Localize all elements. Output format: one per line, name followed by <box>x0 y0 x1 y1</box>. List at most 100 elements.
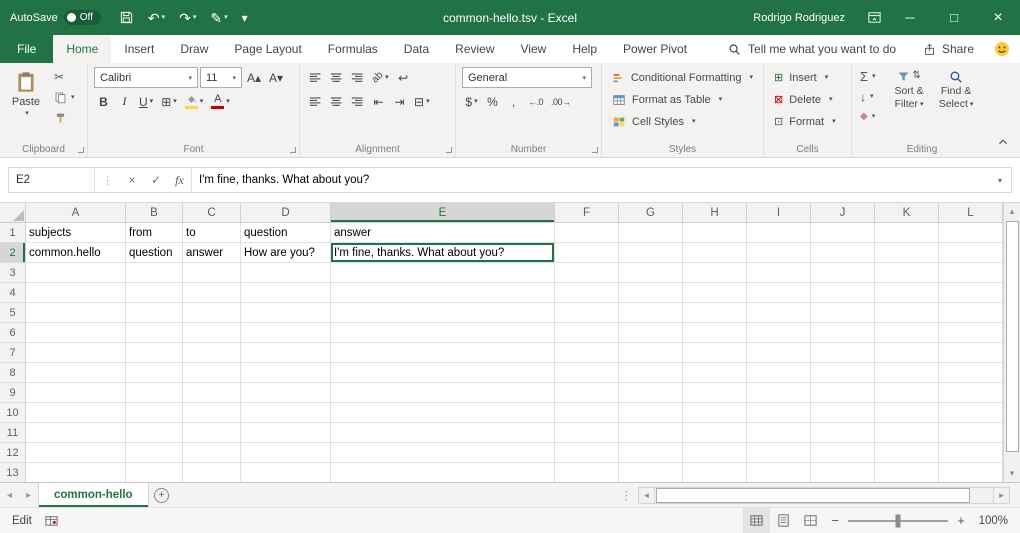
column-header-G[interactable]: G <box>619 203 683 223</box>
underline-button[interactable]: U▾ <box>136 91 156 112</box>
column-header-B[interactable]: B <box>126 203 183 223</box>
cell-L9[interactable] <box>939 383 1003 403</box>
cell-I2[interactable] <box>747 243 811 263</box>
cell-I9[interactable] <box>747 383 811 403</box>
cell-J7[interactable] <box>811 343 875 363</box>
cell-H11[interactable] <box>683 423 747 443</box>
cell-F12[interactable] <box>555 443 619 463</box>
column-header-L[interactable]: L <box>939 203 1003 223</box>
align-top-button[interactable] <box>306 67 325 88</box>
cell-A6[interactable] <box>26 323 126 343</box>
cell-A5[interactable] <box>26 303 126 323</box>
cell-D6[interactable] <box>241 323 331 343</box>
cell-I1[interactable] <box>747 223 811 243</box>
cell-H6[interactable] <box>683 323 747 343</box>
cell-L6[interactable] <box>939 323 1003 343</box>
cell-G11[interactable] <box>619 423 683 443</box>
cell-K8[interactable] <box>875 363 939 383</box>
orientation-button[interactable]: ab▾ <box>369 67 392 88</box>
cell-G2[interactable] <box>619 243 683 263</box>
column-header-A[interactable]: A <box>26 203 126 223</box>
cell-C1[interactable]: to <box>183 223 241 243</box>
cell-A11[interactable] <box>26 423 126 443</box>
delete-cells-button[interactable]: ⊠Delete▾ <box>770 89 845 110</box>
tab-power-pivot[interactable]: Power Pivot <box>610 35 700 63</box>
cell-F1[interactable] <box>555 223 619 243</box>
column-header-E[interactable]: E <box>331 203 555 223</box>
column-header-J[interactable]: J <box>811 203 875 223</box>
cell-styles-button[interactable]: Cell Styles ▾ <box>608 111 757 132</box>
feedback-button[interactable] <box>994 35 1010 63</box>
tab-insert[interactable]: Insert <box>111 35 167 63</box>
borders-button[interactable]: ⊞▾ <box>158 91 180 112</box>
zoom-out-button[interactable]: − <box>824 513 846 528</box>
hscroll-left-button[interactable]: ◂ <box>638 487 655 504</box>
cell-L2[interactable] <box>939 243 1003 263</box>
cell-L13[interactable] <box>939 463 1003 482</box>
normal-view-button[interactable] <box>743 508 770 533</box>
column-header-F[interactable]: F <box>555 203 619 223</box>
cell-B2[interactable]: question <box>126 243 183 263</box>
format-as-table-button[interactable]: Format as Table ▾ <box>608 89 757 110</box>
font-size-select[interactable]: 11▾ <box>200 67 242 88</box>
clipboard-dialog-launcher-icon[interactable] <box>78 147 84 153</box>
tab-view[interactable]: View <box>508 35 560 63</box>
format-cells-button[interactable]: ⊡Format▾ <box>770 111 845 132</box>
cell-F5[interactable] <box>555 303 619 323</box>
cell-D13[interactable] <box>241 463 331 482</box>
zoom-slider-thumb[interactable] <box>896 514 901 527</box>
formula-bar-handle[interactable]: ⋮ <box>95 168 120 192</box>
cell-F11[interactable] <box>555 423 619 443</box>
column-header-C[interactable]: C <box>183 203 241 223</box>
cell-I7[interactable] <box>747 343 811 363</box>
alignment-dialog-launcher-icon[interactable] <box>446 147 452 153</box>
tab-home[interactable]: Home <box>53 35 111 63</box>
cell-A3[interactable] <box>26 263 126 283</box>
tab-page-layout[interactable]: Page Layout <box>221 35 314 63</box>
zoom-in-button[interactable]: + <box>950 513 972 528</box>
cell-C7[interactable] <box>183 343 241 363</box>
increase-decimal-button[interactable]: ←.0 <box>525 91 546 112</box>
align-left-button[interactable] <box>306 91 325 112</box>
cell-K3[interactable] <box>875 263 939 283</box>
page-break-view-button[interactable] <box>797 508 824 533</box>
cell-D1[interactable]: question <box>241 223 331 243</box>
cell-G6[interactable] <box>619 323 683 343</box>
zoom-level[interactable]: 100% <box>972 515 1020 527</box>
italic-button[interactable]: I <box>115 91 134 112</box>
cell-D4[interactable] <box>241 283 331 303</box>
cell-A13[interactable] <box>26 463 126 482</box>
cell-K12[interactable] <box>875 443 939 463</box>
decrease-font-size-button[interactable]: A▾ <box>266 67 286 88</box>
row-header-11[interactable]: 11 <box>0 423 26 443</box>
row-header-8[interactable]: 8 <box>0 363 26 383</box>
cell-L5[interactable] <box>939 303 1003 323</box>
cell-K4[interactable] <box>875 283 939 303</box>
cut-button[interactable]: ✂ <box>52 67 77 86</box>
insert-cells-button[interactable]: ⊞Insert▾ <box>770 67 845 88</box>
cell-H12[interactable] <box>683 443 747 463</box>
cell-F10[interactable] <box>555 403 619 423</box>
maximize-button[interactable]: □ <box>932 0 976 35</box>
cell-H7[interactable] <box>683 343 747 363</box>
cell-J12[interactable] <box>811 443 875 463</box>
cell-B10[interactable] <box>126 403 183 423</box>
cell-K2[interactable] <box>875 243 939 263</box>
cell-L11[interactable] <box>939 423 1003 443</box>
cell-L4[interactable] <box>939 283 1003 303</box>
cell-L8[interactable] <box>939 363 1003 383</box>
autosum-button[interactable]: Σ▾ <box>858 67 878 86</box>
cell-C9[interactable] <box>183 383 241 403</box>
close-button[interactable]: × <box>976 0 1020 35</box>
cell-F3[interactable] <box>555 263 619 283</box>
font-color-button[interactable]: A▾ <box>208 91 233 112</box>
cell-B3[interactable] <box>126 263 183 283</box>
cell-A4[interactable] <box>26 283 126 303</box>
comma-style-button[interactable]: , <box>504 91 523 112</box>
customize-quick-access-toolbar-button[interactable]: ▾ <box>236 8 254 28</box>
font-dialog-launcher-icon[interactable] <box>290 147 296 153</box>
cell-E13[interactable] <box>331 463 555 482</box>
redo-button[interactable]: ↷▾ <box>173 8 202 28</box>
align-middle-button[interactable] <box>327 67 346 88</box>
collapse-ribbon-button[interactable] <box>996 135 1010 149</box>
